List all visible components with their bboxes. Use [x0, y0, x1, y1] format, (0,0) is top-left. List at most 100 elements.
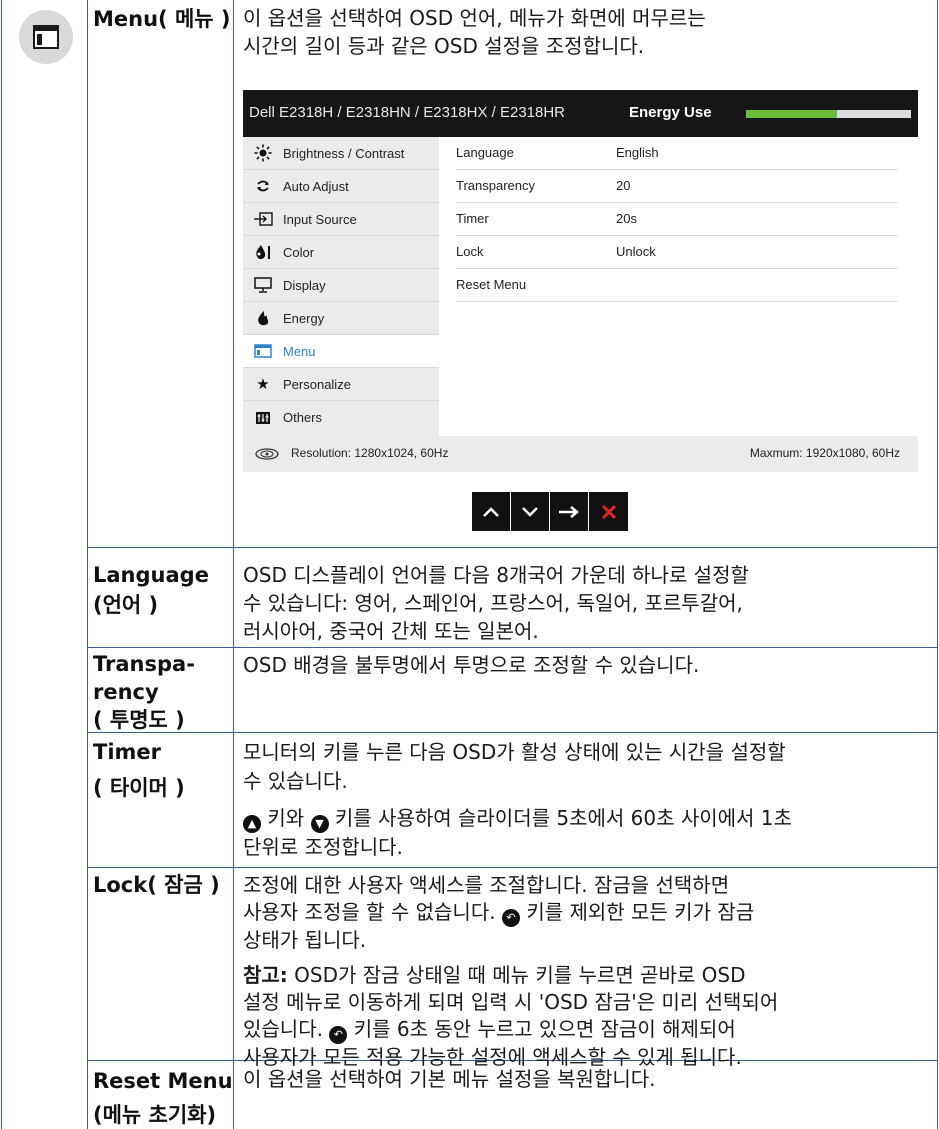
- table-border-right: [937, 0, 938, 1129]
- arrow-right-icon: [559, 505, 579, 518]
- energy-use-label: Energy Use: [629, 104, 712, 121]
- desc-line: 이 옵션을 선택하여 OSD 언어, 메뉴가 화면에 머무르는: [243, 6, 706, 30]
- transparency-row-label: Transpa- rency ( 투명도 ): [93, 650, 195, 734]
- menu-icon: [33, 25, 59, 49]
- note-line: 참고: OSD가 잠금 상태일 때 메뉴 키를 누르면 곧바로 OSD: [243, 963, 746, 987]
- note-line: 있습니다. ↶ 키를 6초 동안 누르고 있으면 잠금이 해제되어: [243, 1016, 933, 1044]
- option-value: 20: [616, 178, 631, 193]
- option-row-timer[interactable]: Timer 20s: [456, 203, 898, 236]
- reset-menu-row-description: 이 옵션을 선택하여 기본 메뉴 설정을 복원합니다.: [243, 1065, 933, 1093]
- desc-line: ▲ 키와 ▼ 키를 사용하여 슬라이더를 5초에서 60초 사이에서 1초: [243, 804, 933, 833]
- label-line: Reset Menu: [93, 1069, 233, 1093]
- osd-header: Dell E2318H / E2318HN / E2318HX / E2318H…: [243, 90, 918, 137]
- option-row-lock[interactable]: Lock Unlock: [456, 236, 898, 269]
- osd-footer: Resolution: 1280x1024, 60Hz Maxmum: 1920…: [243, 436, 918, 472]
- reset-menu-row-label: Reset Menu (메뉴 초기화): [93, 1064, 233, 1129]
- osd-menu-screenshot: Dell E2318H / E2318HN / E2318HX / E2318H…: [243, 90, 918, 472]
- sidebar-item-menu[interactable]: Menu: [243, 335, 439, 368]
- label-line: Language: [93, 563, 209, 587]
- up-key-icon: ▲: [243, 815, 261, 833]
- desc-line: 이 옵션을 선택하여 기본 메뉴 설정을 복원합니다.: [243, 1067, 656, 1091]
- osd-model-name: Dell E2318H / E2318HN / E2318HX / E2318H…: [249, 104, 566, 121]
- current-resolution: Resolution: 1280x1024, 60Hz: [291, 446, 449, 460]
- label-line: ( 투명도 ): [93, 708, 185, 732]
- energy-icon: [243, 310, 283, 326]
- sidebar-item-label: Menu: [283, 343, 316, 359]
- down-key-icon: ▼: [310, 815, 329, 833]
- row-divider: [88, 547, 938, 548]
- menu-icon: [243, 344, 283, 358]
- down-button[interactable]: [511, 492, 550, 531]
- label-line: ( 타이머 ): [93, 776, 185, 800]
- label-line: (언어 ): [93, 593, 159, 617]
- osd-navigation-buttons: [472, 492, 628, 531]
- option-row-language[interactable]: Language English: [456, 137, 898, 170]
- desc-line: 조정에 대한 사용자 액세스를 조절합니다. 잠금을 선택하면: [243, 873, 730, 897]
- option-name: Transparency: [456, 178, 535, 193]
- sidebar-item-display[interactable]: Display: [243, 269, 439, 302]
- menu-row-description: 이 옵션을 선택하여 OSD 언어, 메뉴가 화면에 머무르는 시간의 길이 등…: [243, 4, 933, 60]
- row-divider: [88, 732, 938, 733]
- transparency-row-description: OSD 배경을 불투명에서 투명으로 조정할 수 있습니다.: [243, 651, 933, 679]
- option-name: Timer: [456, 211, 489, 226]
- energy-use-bar: [746, 110, 911, 118]
- sidebar-item-others[interactable]: Others: [243, 401, 439, 434]
- desc-line: 사용자 조정을 할 수 없습니다. ↶ 키를 제외한 모든 키가 잠금: [243, 899, 933, 927]
- table-border-middle: [233, 0, 234, 1129]
- desc-line: 모니터의 키를 누른 다음 OSD가 활성 상태에 있는 시간을 설정할: [243, 740, 786, 764]
- sidebar-item-auto-adjust[interactable]: Auto Adjust: [243, 170, 439, 203]
- menu-row-label: Menu( 메뉴 ): [93, 7, 231, 31]
- option-value: Unlock: [616, 244, 656, 259]
- label-line: Transpa-: [93, 652, 195, 676]
- desc-line: 단위로 조정합니다.: [243, 835, 403, 859]
- label-line: (메뉴 초기화): [93, 1103, 217, 1127]
- max-resolution: Maxmum: 1920x1080, 60Hz: [749, 446, 900, 460]
- up-button[interactable]: [472, 492, 511, 531]
- menu-section-icon: [19, 10, 73, 64]
- back-key-icon: ↶: [501, 909, 520, 927]
- sidebar-item-color[interactable]: Color: [243, 236, 439, 269]
- close-icon: [601, 504, 616, 519]
- row-divider: [88, 867, 938, 868]
- sidebar-item-label: Input Source: [283, 211, 357, 227]
- sidebar-item-energy[interactable]: Energy: [243, 302, 439, 335]
- language-row-label: Language (언어 ): [93, 560, 209, 620]
- exit-button[interactable]: [589, 492, 628, 531]
- option-name: Language: [456, 145, 514, 160]
- note-label: 참고:: [243, 963, 288, 987]
- note-line: 설정 메뉴로 이동하게 되며 입력 시 'OSD 잠금'은 미리 선택되어: [243, 990, 779, 1014]
- desc-line: OSD 디스플레이 언어를 다음 8개국어 가운데 하나로 설정할: [243, 563, 749, 587]
- enter-button[interactable]: [550, 492, 589, 531]
- sidebar-item-brightness-contrast[interactable]: Brightness / Contrast: [243, 137, 439, 170]
- back-key-icon: ↶: [329, 1026, 348, 1044]
- sidebar-item-label: Energy: [283, 310, 325, 326]
- sidebar-item-label: Brightness / Contrast: [283, 145, 405, 161]
- option-row-transparency[interactable]: Transparency 20: [456, 170, 898, 203]
- desc-line: 시간의 길이 등과 같은 OSD 설정을 조정합니다.: [243, 34, 645, 58]
- sidebar-item-personalize[interactable]: ★ Personalize: [243, 368, 439, 401]
- input-source-icon: [243, 212, 283, 226]
- desc-line: 러시아어, 중국어 간체 또는 일본어.: [243, 619, 539, 643]
- color-icon: [243, 244, 283, 260]
- option-name: Reset Menu: [456, 277, 527, 292]
- star-icon: ★: [256, 376, 270, 393]
- auto-adjust-icon: [243, 178, 283, 194]
- option-row-reset-menu[interactable]: Reset Menu: [456, 269, 898, 302]
- display-icon: [243, 277, 283, 293]
- sidebar-item-input-source[interactable]: Input Source: [243, 203, 439, 236]
- label-line: Timer: [93, 740, 162, 764]
- sidebar-item-label: Others: [283, 410, 323, 425]
- option-name: Lock: [456, 244, 484, 259]
- osd-options-panel: Language English Transparency 20 Timer 2…: [439, 137, 918, 436]
- label-line: rency: [93, 680, 159, 704]
- row-divider: [88, 647, 938, 648]
- desc-line: 수 있습니다.: [243, 769, 348, 793]
- chevron-down-icon: [522, 506, 538, 517]
- resolution-icon: [255, 447, 279, 465]
- chevron-up-icon: [483, 506, 499, 517]
- others-icon: [243, 411, 283, 425]
- desc-line: OSD 배경을 불투명에서 투명으로 조정할 수 있습니다.: [243, 653, 700, 677]
- sidebar-item-label: Color: [283, 244, 315, 260]
- timer-row-description: 모니터의 키를 누른 다음 OSD가 활성 상태에 있는 시간을 설정할 수 있…: [243, 738, 933, 862]
- sidebar-item-label: Personalize: [283, 376, 351, 392]
